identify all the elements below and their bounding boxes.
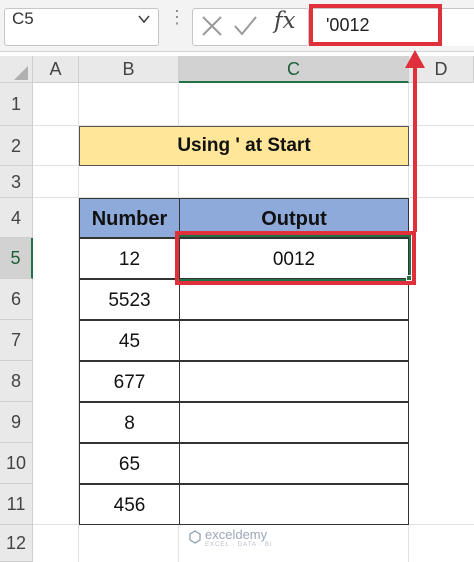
row-header-11[interactable]: 11	[0, 484, 33, 525]
name-box-value: C5	[12, 9, 34, 28]
row-header-9[interactable]: 9	[0, 402, 33, 443]
title-cell[interactable]: Using ' at Start	[79, 126, 409, 166]
output-cell[interactable]	[179, 361, 409, 402]
row-header-2[interactable]: 2	[0, 126, 33, 166]
number-cell[interactable]: 456	[79, 484, 180, 525]
output-cell[interactable]	[179, 279, 409, 320]
output-cell[interactable]	[179, 320, 409, 361]
insert-function-icon[interactable]: fx	[274, 8, 295, 34]
exceldemy-logo-icon	[189, 530, 201, 544]
select-all-triangle-icon	[14, 66, 28, 80]
column-header-a[interactable]: A	[33, 56, 79, 83]
column-header-c[interactable]: C	[179, 56, 409, 83]
resize-dots-icon[interactable]: ⋮	[168, 8, 186, 26]
row-header-8[interactable]: 8	[0, 361, 33, 402]
number-cell[interactable]: 8	[79, 402, 180, 443]
row-header-10[interactable]: 10	[0, 443, 33, 484]
row-header-3[interactable]: 3	[0, 166, 33, 198]
number-cell[interactable]: 65	[79, 443, 180, 484]
row-header-7[interactable]: 7	[0, 320, 33, 361]
header-number[interactable]: Number	[79, 198, 180, 238]
number-cell[interactable]: 5523	[79, 279, 180, 320]
watermark-tagline: EXCEL · DATA · BI	[205, 542, 273, 548]
number-cell[interactable]: 677	[79, 361, 180, 402]
output-cell[interactable]	[179, 443, 409, 484]
column-header-b[interactable]: B	[79, 56, 179, 83]
row-header-1[interactable]: 1	[0, 83, 33, 126]
cancel-icon[interactable]	[200, 14, 224, 38]
row-header-5[interactable]: 5	[0, 238, 33, 279]
chevron-down-icon[interactable]	[136, 6, 152, 40]
output-cell[interactable]	[179, 484, 409, 525]
row-header-12[interactable]: 12	[0, 525, 33, 562]
row-header-6[interactable]: 6	[0, 279, 33, 320]
number-cell[interactable]: 12	[79, 238, 180, 279]
watermark-text: exceldemy	[205, 527, 268, 542]
output-cell[interactable]	[179, 402, 409, 443]
checkmark-icon[interactable]	[232, 14, 258, 38]
row-header-4[interactable]: 4	[0, 198, 33, 238]
number-cell[interactable]: 45	[79, 320, 180, 361]
cell-highlight-box	[175, 231, 416, 285]
arrow-icon	[405, 50, 425, 232]
